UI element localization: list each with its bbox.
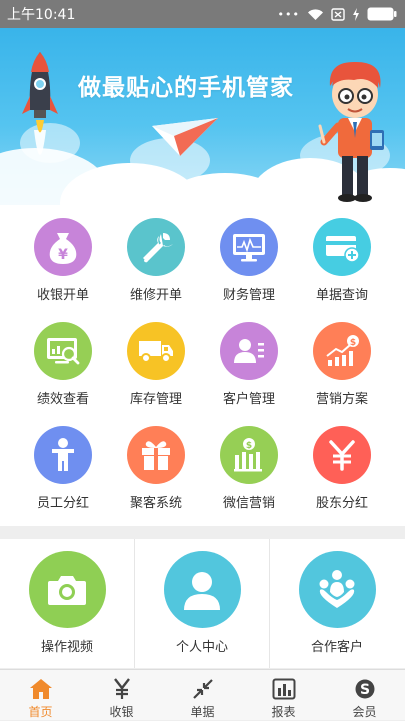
quick-entries: 操作视频 个人中心 合作客户 <box>0 539 405 668</box>
grid-item-shareholder-bonus[interactable]: 股东分红 <box>292 426 392 526</box>
battery-icon <box>367 7 397 21</box>
tab-home[interactable]: 首页 <box>0 670 81 721</box>
quick-item-profile[interactable]: 个人中心 <box>135 539 269 668</box>
svg-text:$: $ <box>246 441 252 451</box>
grid-item-label: 绩效查看 <box>36 392 89 407</box>
grid-icon-circle <box>313 218 371 276</box>
quick-item-partners[interactable]: 合作客户 <box>270 539 404 668</box>
grid-icon-circle: $ <box>313 322 371 380</box>
tab-bills[interactable]: 单据 <box>162 670 243 721</box>
person-icon <box>52 438 74 471</box>
tab-label: 收银 <box>109 705 134 719</box>
cartoon-man-illustration <box>318 61 384 202</box>
rocket-illustration <box>22 52 58 155</box>
grid-icon-circle <box>34 426 92 484</box>
charging-icon <box>353 7 359 21</box>
grid-item-label: 微信营销 <box>222 496 275 511</box>
contact-card-icon <box>234 339 264 363</box>
grid-item-label: 维修开单 <box>129 288 182 303</box>
gift-icon <box>142 441 170 470</box>
growth-chart-icon: $ <box>326 335 359 366</box>
tab-label: 报表 <box>271 705 296 719</box>
grid-icon-circle <box>127 426 185 484</box>
tab-bar: 首页 收银 单据 报表 S 会员 <box>0 669 405 720</box>
grid-item-marketing-plan[interactable]: $ 营销方案 <box>292 322 392 422</box>
tab-members[interactable]: S 会员 <box>324 670 405 721</box>
grid-item-label: 股东分红 <box>315 496 368 511</box>
tab-label: 会员 <box>352 705 377 719</box>
grid-item-attract-system[interactable]: 聚客系统 <box>106 426 206 526</box>
grid-icon-circle <box>127 218 185 276</box>
grid-item-cashier[interactable]: ¥ 收银开单 <box>13 218 113 318</box>
wrench-icon <box>143 233 173 263</box>
grid-item-label: 客户管理 <box>222 392 275 407</box>
screen-search-icon <box>47 338 80 365</box>
status-dots: ••• <box>277 7 300 21</box>
yen-sign-icon <box>113 678 130 699</box>
arrows-icon <box>192 679 213 699</box>
quick-icon-circle <box>298 551 376 628</box>
grid-item-label: 财务管理 <box>222 288 275 303</box>
card-add-icon <box>326 236 360 262</box>
yen-icon <box>329 440 355 471</box>
grid-item-inventory[interactable]: 库存管理 <box>106 322 206 422</box>
user-icon <box>184 571 220 610</box>
status-bar: 上午10:41 ••• <box>0 0 405 28</box>
monitor-chart-icon <box>233 234 265 262</box>
quick-item-label: 个人中心 <box>175 640 228 655</box>
truck-icon <box>139 341 173 363</box>
grid-item-bill-query[interactable]: 单据查询 <box>292 218 392 318</box>
skype-icon: S <box>355 679 374 699</box>
quick-item-label: 合作客户 <box>310 640 363 655</box>
grid-icon-circle <box>220 218 278 276</box>
grid-item-label: 库存管理 <box>129 392 182 407</box>
grid-icon-circle: ¥ <box>34 218 92 276</box>
tab-label: 首页 <box>28 705 53 719</box>
wifi-icon <box>308 8 323 20</box>
quick-icon-circle <box>28 551 106 628</box>
grid-item-repair[interactable]: 维修开单 <box>106 218 206 318</box>
coin-bars-icon: $ <box>234 438 262 472</box>
grid-icon-circle: $ <box>220 426 278 484</box>
grid-item-customer[interactable]: 客户管理 <box>199 322 299 422</box>
quick-item-label: 操作视频 <box>40 640 93 655</box>
money-bag-icon: ¥ <box>49 233 77 264</box>
tab-cashier[interactable]: 收银 <box>81 670 162 721</box>
banner-slogan: 做最贴心的手机管家 <box>78 75 294 101</box>
grid-icon-circle <box>220 322 278 380</box>
tab-reports[interactable]: 报表 <box>243 670 324 721</box>
grid-item-staff-bonus[interactable]: 员工分红 <box>13 426 113 526</box>
sim-icon <box>331 7 345 21</box>
grid-icon-circle <box>313 426 371 484</box>
quick-item-video[interactable]: 操作视频 <box>0 539 134 668</box>
grid-item-finance[interactable]: 财务管理 <box>199 218 299 318</box>
banner[interactable]: 做最贴心的手机管家 <box>0 28 405 205</box>
grid-item-label: 单据查询 <box>315 288 368 303</box>
camera-icon <box>48 575 86 605</box>
quick-icon-circle <box>163 551 241 628</box>
grid-item-label: 员工分红 <box>36 496 89 511</box>
grid-item-label: 收银开单 <box>36 288 89 303</box>
status-icons: ••• <box>278 7 397 21</box>
status-time: 上午10:41 <box>7 7 76 23</box>
grid-icon-circle <box>34 322 92 380</box>
svg-text:¥: ¥ <box>58 247 68 263</box>
bar-chart-icon <box>272 678 295 700</box>
grid-item-label: 聚客系统 <box>129 496 182 511</box>
partners-icon <box>319 569 355 608</box>
grid-icon-circle <box>127 322 185 380</box>
grid-item-performance[interactable]: 绩效查看 <box>13 322 113 422</box>
svg-text:S: S <box>359 682 369 698</box>
svg-text:$: $ <box>350 338 356 348</box>
grid-item-wechat-marketing[interactable]: $ 微信营销 <box>199 426 299 526</box>
home-icon <box>29 679 52 699</box>
paper-plane-illustration <box>152 118 218 156</box>
function-grid: ¥ 收银开单 维修开单 财务管理 单据查询 绩效查看 库存管理 客户管理 $ 营… <box>0 205 405 526</box>
grid-item-label: 营销方案 <box>315 392 368 407</box>
tab-label: 单据 <box>190 705 215 719</box>
